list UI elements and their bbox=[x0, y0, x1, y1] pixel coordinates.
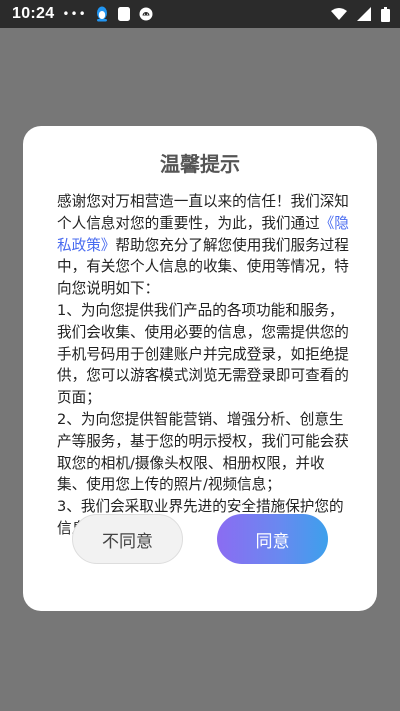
dialog-body: 感谢您对万相营造一直以来的信任！我们深知个人信息对您的重要性，为此，我们通过《隐… bbox=[57, 191, 349, 540]
battery-icon bbox=[381, 6, 390, 22]
square-app-icon bbox=[117, 6, 131, 22]
status-right-icons bbox=[331, 6, 390, 22]
status-left-icons: ••• bbox=[62, 6, 153, 22]
status-bar: 10:24 ••• bbox=[0, 0, 400, 28]
privacy-dialog: 温馨提示 感谢您对万相营造一直以来的信任！我们深知个人信息对您的重要性，为此，我… bbox=[23, 126, 377, 611]
agree-button[interactable]: 同意 bbox=[217, 514, 328, 564]
disagree-button[interactable]: 不同意 bbox=[72, 514, 183, 564]
status-time: 10:24 bbox=[12, 5, 55, 22]
qq-penguin-icon bbox=[95, 6, 109, 22]
policy-item-1: 1、为向您提供我们产品的各项功能和服务，我们会收集、使用必要的信息，您需提供您的… bbox=[57, 301, 349, 407]
dialog-title: 温馨提示 bbox=[160, 152, 240, 176]
intro-prefix: 感谢您对万相营造一直以来的信任！我们深知个人信息对您的重要性，为此，我们通过 bbox=[57, 193, 349, 232]
android-robot-icon bbox=[139, 7, 153, 21]
wifi-icon bbox=[331, 7, 347, 21]
dots-icon: ••• bbox=[62, 7, 87, 21]
signal-icon bbox=[357, 7, 371, 21]
intro-paragraph: 感谢您对万相营造一直以来的信任！我们深知个人信息对您的重要性，为此，我们通过《隐… bbox=[57, 191, 349, 300]
policy-item-2: 2、为向您提供智能营销、增强分析、创意生产等服务，基于您的明示授权，我们可能会获… bbox=[57, 410, 349, 494]
